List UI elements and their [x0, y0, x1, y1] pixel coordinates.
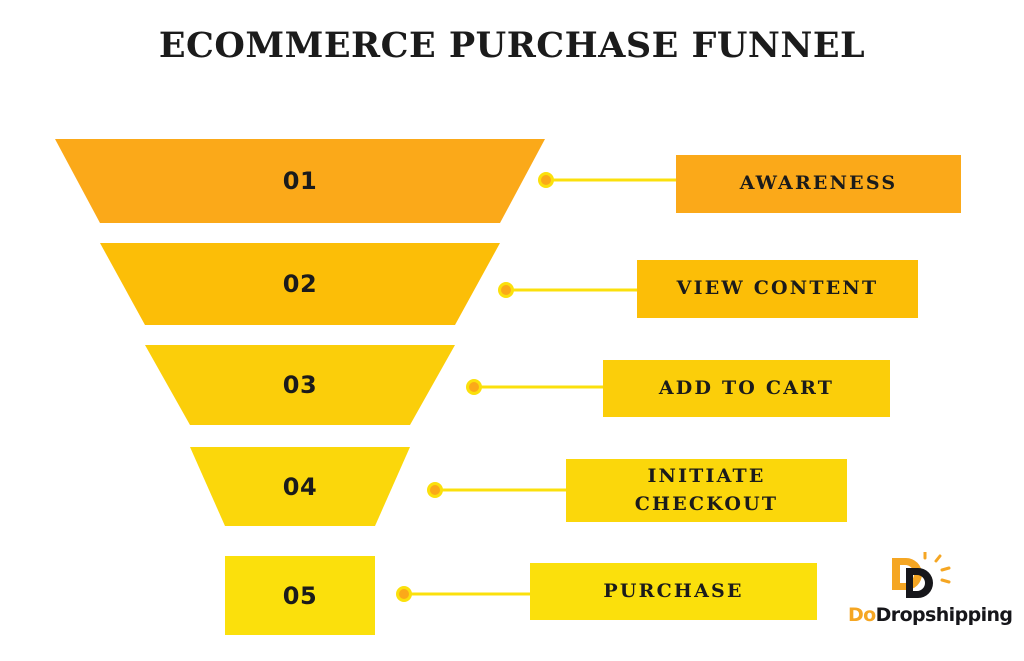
connector-dot-02[interactable]: [501, 285, 511, 295]
connector-dot-04[interactable]: [430, 485, 440, 495]
stage-number-01: 01: [282, 167, 318, 195]
connector-dot-03[interactable]: [469, 382, 479, 392]
stage-label-02[interactable]: VIEW CONTENT: [637, 260, 918, 318]
logo-word-do: Do: [848, 604, 876, 626]
stage-number-05: 05: [282, 581, 318, 610]
logo[interactable]: DoDropshipping: [848, 552, 1013, 638]
dodropshipping-logo-mark: [892, 552, 951, 598]
logo-word-dropshipping: Dropshipping: [875, 604, 1013, 626]
connector-dot-01[interactable]: [541, 175, 551, 185]
stage-label-01[interactable]: AWARENESS: [676, 155, 961, 213]
connector-dot-05[interactable]: [399, 589, 409, 599]
stage-number-04: 04: [282, 472, 318, 501]
stage-label-03[interactable]: ADD TO CART: [603, 360, 890, 417]
stage-label-text-03: ADD TO CART: [658, 376, 835, 399]
stage-number-02: 02: [282, 270, 318, 298]
infographic-canvas: ECOMMERCE PURCHASE FUNNEL 01 02 03 04 05 AWA…: [0, 0, 1024, 661]
stage-label-text-01: AWARENESS: [739, 172, 898, 195]
logo-wordmark: DoDropshipping: [848, 604, 1013, 626]
stage-label-text-02: VIEW CONTENT: [676, 277, 879, 300]
logo-letter-d-black: [906, 568, 933, 598]
stage-number-03: 03: [282, 371, 318, 399]
stage-label-05[interactable]: PURCHASE: [530, 563, 817, 620]
stage-label-04[interactable]: INITIATE CHECKOUT: [566, 459, 847, 522]
stage-label-text-05: PURCHASE: [603, 579, 744, 602]
stage-label-text-04: INITIATE CHECKOUT: [634, 464, 779, 515]
